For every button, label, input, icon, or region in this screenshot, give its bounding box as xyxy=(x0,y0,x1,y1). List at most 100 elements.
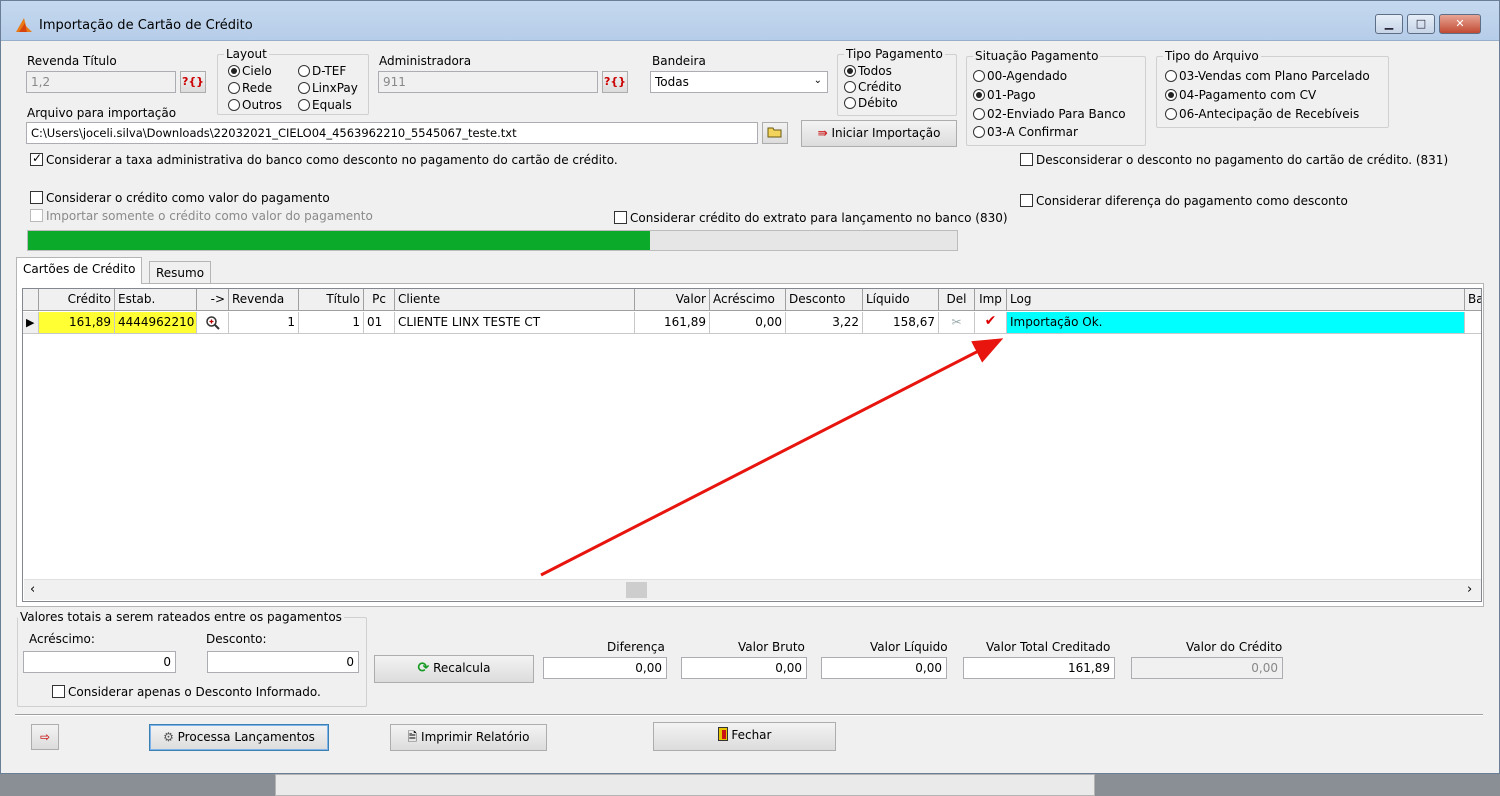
tipo-radio-debito[interactable]: Débito xyxy=(844,96,898,110)
tipo-pagamento-title: Tipo Pagamento xyxy=(844,47,945,61)
cell-log[interactable]: Importação Ok. xyxy=(1007,312,1465,334)
situacao-radio-00[interactable]: 00-Agendado xyxy=(973,69,1067,83)
scroll-left-icon[interactable]: ‹ xyxy=(30,582,35,597)
valor-credito-input[interactable]: 0,00 xyxy=(1131,657,1283,679)
scroll-right-icon[interactable]: › xyxy=(1467,582,1472,597)
row-indicator-header xyxy=(23,289,39,311)
cell-credito[interactable]: 161,89 xyxy=(39,312,115,334)
fechar-label: Fechar xyxy=(731,728,772,742)
revenda-input[interactable]: 1,2 xyxy=(26,71,176,93)
tipo-radio-credito[interactable]: Crédito xyxy=(844,80,901,94)
close-button[interactable]: ✕ xyxy=(1439,14,1481,34)
layout-group: Layout Cielo D-TEF Rede LinxPay Outros E… xyxy=(217,47,369,115)
liquido-input[interactable]: 0,00 xyxy=(821,657,947,679)
col-revenda[interactable]: Revenda xyxy=(229,289,299,311)
cell-estab[interactable]: 4444962210 xyxy=(115,312,197,334)
col-credito[interactable]: Crédito xyxy=(39,289,115,311)
creditado-input[interactable]: 161,89 xyxy=(963,657,1115,679)
col-estab[interactable]: Estab. xyxy=(115,289,197,311)
exit-arrow-icon: ⇨ xyxy=(39,730,51,744)
fechar-button[interactable]: Fechar xyxy=(653,722,836,751)
cell-liquido[interactable]: 158,67 xyxy=(863,312,939,334)
chevron-down-icon: ⌄ xyxy=(813,75,822,86)
administradora-input[interactable]: 911 xyxy=(378,71,598,93)
progress-bar xyxy=(27,230,958,251)
arquivo-radio-03[interactable]: 03-Vendas com Plano Parcelado xyxy=(1165,69,1370,83)
recalcula-label: Recalcula xyxy=(433,661,491,675)
importar-somente-checkbox[interactable]: Importar somente o crédito como valor do… xyxy=(30,209,373,223)
totais-title: Valores totais a serem rateados entre os… xyxy=(18,610,344,624)
iniciar-importacao-button[interactable]: ⇛ Iniciar Importação xyxy=(801,120,957,147)
diferenca-checkbox[interactable]: Considerar diferença do pagamento como d… xyxy=(1020,194,1348,208)
layout-radio-equals[interactable]: Equals xyxy=(298,98,352,112)
bruto-input[interactable]: 0,00 xyxy=(681,657,807,679)
col-desconto[interactable]: Desconto xyxy=(786,289,863,311)
col-acrescimo[interactable]: Acréscimo xyxy=(710,289,786,311)
footer-divider xyxy=(15,714,1483,716)
diferenca-input[interactable]: 0,00 xyxy=(543,657,667,679)
arquivo-input[interactable]: C:\Users\joceli.silva\Downloads\22032021… xyxy=(26,122,758,144)
minimize-button[interactable]: ▁ xyxy=(1375,14,1403,34)
arquivo-radio-06[interactable]: 06-Antecipação de Recebíveis xyxy=(1165,107,1359,121)
col-arrow[interactable]: -> xyxy=(197,289,229,311)
exit-arrow-button[interactable]: ⇨ xyxy=(31,724,59,750)
administradora-lookup-button[interactable]: ?{} xyxy=(602,71,628,93)
tipo-radio-todos[interactable]: Todos xyxy=(844,64,892,78)
credito-extrato-checkbox[interactable]: Considerar crédito do extrato para lança… xyxy=(614,211,1008,225)
acrescimo-input[interactable]: 0 xyxy=(23,651,176,673)
folder-open-icon[interactable] xyxy=(762,122,788,144)
maximize-button[interactable]: □ xyxy=(1407,14,1435,34)
checkmark-icon: ✔ xyxy=(975,312,1007,334)
main-window: Importação de Cartão de Crédito ▁ □ ✕ Re… xyxy=(0,0,1500,774)
col-del[interactable]: Del xyxy=(939,289,975,311)
cell-pc[interactable]: 01 xyxy=(364,312,395,334)
delete-icon[interactable]: ✂ xyxy=(939,312,975,334)
situacao-radio-03[interactable]: 03-A Confirmar xyxy=(973,125,1078,139)
apenas-desconto-checkbox[interactable]: Considerar apenas o Desconto Informado. xyxy=(52,685,321,699)
col-pc[interactable]: Pc xyxy=(364,289,395,311)
cell-cliente[interactable]: CLIENTE LINX TESTE CT xyxy=(395,312,635,334)
col-cliente[interactable]: Cliente xyxy=(395,289,635,311)
layout-radio-cielo[interactable]: Cielo xyxy=(228,64,272,78)
zoom-in-icon[interactable] xyxy=(197,312,229,334)
horizontal-scrollbar[interactable]: ‹ › xyxy=(24,579,1481,600)
layout-radio-outros[interactable]: Outros xyxy=(228,98,282,112)
desconsiderar-checkbox[interactable]: Desconsiderar o desconto no pagamento do… xyxy=(1020,153,1448,167)
cell-desconto[interactable]: 3,22 xyxy=(786,312,863,334)
cartoes-grid[interactable]: Crédito Estab. -> Revenda Título Pc Clie… xyxy=(22,288,1482,602)
layout-radio-linxpay[interactable]: LinxPay xyxy=(298,81,358,95)
cell-titulo[interactable]: 1 xyxy=(299,312,364,334)
cell-valor[interactable]: 161,89 xyxy=(635,312,710,334)
situacao-pagamento-group: Situação Pagamento 00-Agendado 01-Pago 0… xyxy=(966,49,1146,146)
progress-fill xyxy=(28,231,651,250)
col-liquido[interactable]: Líquido xyxy=(863,289,939,311)
recalcula-button[interactable]: ⟳ Recalcula xyxy=(374,655,534,683)
situacao-radio-02[interactable]: 02-Enviado Para Banco xyxy=(973,107,1126,121)
revenda-lookup-button[interactable]: ?{} xyxy=(180,71,206,93)
cell-ba[interactable] xyxy=(1465,312,1481,334)
imprimir-relatorio-button[interactable]: 🗎 Imprimir Relatório xyxy=(390,724,547,751)
taxa-admin-checkbox[interactable]: Considerar a taxa administrativa do banc… xyxy=(30,151,618,167)
col-imp[interactable]: Imp xyxy=(975,289,1007,311)
layout-radio-dtef[interactable]: D-TEF xyxy=(298,64,346,78)
col-ba[interactable]: Ba xyxy=(1465,289,1481,311)
col-titulo[interactable]: Título xyxy=(299,289,364,311)
arquivo-radio-04[interactable]: 04-Pagamento com CV xyxy=(1165,88,1316,102)
cell-revenda[interactable]: 1 xyxy=(229,312,299,334)
tab-cartoes-credito[interactable]: Cartões de Crédito xyxy=(16,257,143,284)
scroll-thumb[interactable] xyxy=(626,582,647,598)
layout-radio-rede[interactable]: Rede xyxy=(228,81,272,95)
creditado-label: Valor Total Creditado xyxy=(986,640,1111,654)
bandeira-select[interactable]: Todas ⌄ xyxy=(650,71,828,93)
situacao-radio-01[interactable]: 01-Pago xyxy=(973,88,1036,102)
desconto-input[interactable]: 0 xyxy=(207,651,359,673)
processa-lancamentos-button[interactable]: ⚙ Processa Lançamentos xyxy=(149,724,329,751)
revenda-label: Revenda Título xyxy=(27,54,117,68)
cell-acrescimo[interactable]: 0,00 xyxy=(710,312,786,334)
col-log[interactable]: Log xyxy=(1007,289,1465,311)
credito-valor-checkbox[interactable]: Considerar o crédito como valor do pagam… xyxy=(30,191,330,205)
process-icon: ⚙ xyxy=(163,730,174,744)
tab-resumo[interactable]: Resumo xyxy=(149,261,212,283)
col-valor[interactable]: Valor xyxy=(635,289,710,311)
administradora-label: Administradora xyxy=(379,54,472,68)
